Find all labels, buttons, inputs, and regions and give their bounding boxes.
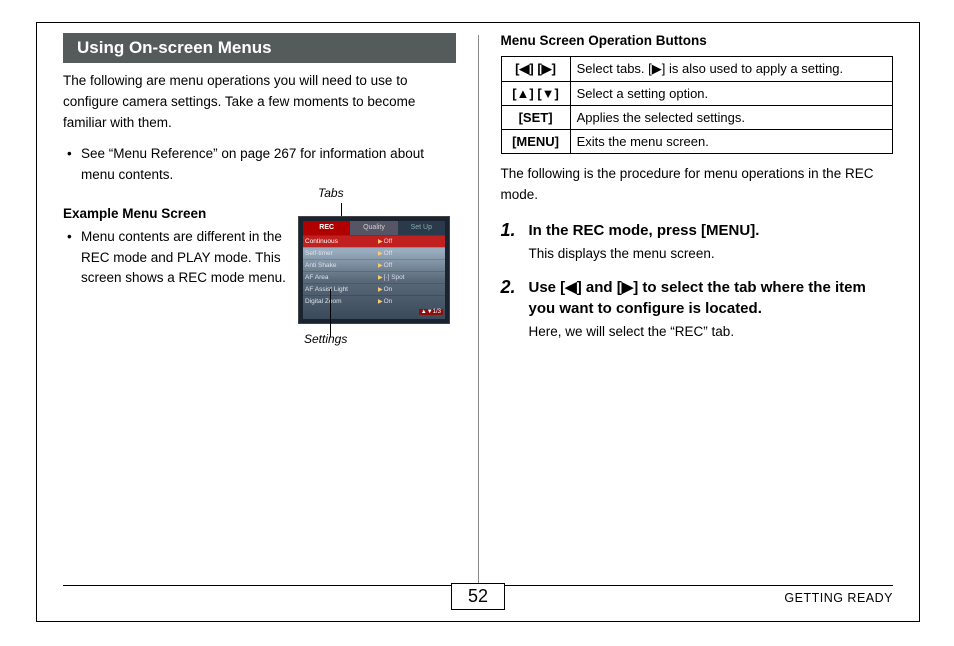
chevron-right-icon: ▶ <box>378 238 383 245</box>
step-body: In the REC mode, press [MENU]. This disp… <box>529 220 894 265</box>
table-row: [MENU] Exits the menu screen. <box>501 130 893 154</box>
op-key: [SET] <box>501 106 570 130</box>
op-desc: Applies the selected settings. <box>570 106 892 130</box>
after-table-text: The following is the procedure for menu … <box>501 164 894 206</box>
example-text-block: Example Menu Screen • Menu contents are … <box>63 192 288 324</box>
left-column: Using On-screen Menus The following are … <box>37 33 478 590</box>
menu-tabs-bar: REC Quality Set Up <box>303 221 445 235</box>
menu-row: Self-timer ▶ Off <box>303 247 445 259</box>
chevron-right-icon: ▶ <box>378 298 383 305</box>
bullet-dot-icon: • <box>63 144 81 186</box>
bullet-dot-icon: • <box>63 227 81 290</box>
example-figure: Tabs REC Quality Set Up Continuous <box>298 192 456 324</box>
table-row: [SET] Applies the selected settings. <box>501 106 893 130</box>
page-frame: Using On-screen Menus The following are … <box>36 22 920 622</box>
step-subtext: Here, we will select the “REC” tab. <box>529 322 894 343</box>
menu-row-value: Off <box>384 238 443 245</box>
leader-line-icon <box>330 289 331 337</box>
bullet-text: See “Menu Reference” on page 267 for inf… <box>81 144 456 186</box>
example-heading: Example Menu Screen <box>63 206 288 221</box>
operation-buttons-table: [◀] [▶] Select tabs. [▶] is also used to… <box>501 56 894 154</box>
menu-page-indicator-row: ▲▼1/3 <box>303 307 445 317</box>
menu-page-indicator: ▲▼1/3 <box>419 309 443 315</box>
chevron-right-icon: ▶ <box>378 274 383 281</box>
menu-row-value: On <box>384 298 443 305</box>
example-row: Example Menu Screen • Menu contents are … <box>63 192 456 324</box>
section-heading: Using On-screen Menus <box>63 33 456 63</box>
menu-row-label: AF Assist Light <box>305 286 377 293</box>
op-desc: Exits the menu screen. <box>570 130 892 154</box>
step-body: Use [◀] and [▶] to select the tab where … <box>529 277 894 343</box>
two-column-layout: Using On-screen Menus The following are … <box>37 33 919 590</box>
menu-row-label: Digital Zoom <box>305 298 377 305</box>
ops-heading: Menu Screen Operation Buttons <box>501 33 894 48</box>
op-desc: Select tabs. [▶] is also used to apply a… <box>570 57 892 82</box>
menu-row-value: Off <box>384 262 443 269</box>
menu-row-label: Continuous <box>305 238 377 245</box>
page-number: 52 <box>451 583 505 610</box>
menu-rows: Continuous ▶ Off Self-timer ▶ Off <box>303 235 445 319</box>
right-column: Menu Screen Operation Buttons [◀] [▶] Se… <box>479 33 920 590</box>
chevron-right-icon: ▶ <box>378 250 383 257</box>
menu-row-value: [·] Spot <box>384 274 443 281</box>
table-row: [◀] [▶] Select tabs. [▶] is also used to… <box>501 57 893 82</box>
menu-screenshot-inner: REC Quality Set Up Continuous ▶ Off <box>303 221 445 319</box>
menu-row: AF Area ▶ [·] Spot <box>303 271 445 283</box>
step-title: Use [◀] and [▶] to select the tab where … <box>529 277 894 319</box>
table-row: [▲] [▼] Select a setting option. <box>501 82 893 106</box>
step-item: 2. Use [◀] and [▶] to select the tab whe… <box>501 277 894 343</box>
step-title: In the REC mode, press [MENU]. <box>529 220 894 241</box>
footer-section-label: GETTING READY <box>784 591 893 605</box>
page-footer: 52 GETTING READY <box>37 585 919 615</box>
menu-tab-quality: Quality <box>350 221 397 235</box>
steps-list: 1. In the REC mode, press [MENU]. This d… <box>501 220 894 343</box>
step-number: 1. <box>501 220 529 265</box>
menu-row-value: Off <box>384 250 443 257</box>
op-key: [▲] [▼] <box>501 82 570 106</box>
menu-row-label: AF Area <box>305 274 377 281</box>
op-desc: Select a setting option. <box>570 82 892 106</box>
op-key: [◀] [▶] <box>501 57 570 82</box>
menu-row-label: Self-timer <box>305 250 377 257</box>
bullet-text: Menu contents are different in the REC m… <box>81 227 288 290</box>
callout-label-settings: Settings <box>304 332 347 346</box>
menu-row: Anti Shake ▶ Off <box>303 259 445 271</box>
chevron-right-icon: ▶ <box>378 262 383 269</box>
step-subtext: This displays the menu screen. <box>529 244 894 265</box>
menu-tab-setup: Set Up <box>398 221 445 235</box>
menu-row-value: On <box>384 286 443 293</box>
step-item: 1. In the REC mode, press [MENU]. This d… <box>501 220 894 265</box>
menu-tab-rec: REC <box>303 221 350 235</box>
menu-row-label: Anti Shake <box>305 262 377 269</box>
intro-paragraph: The following are menu operations you wi… <box>63 71 456 134</box>
menu-row: AF Assist Light ▶ On <box>303 283 445 295</box>
bullet-item: • Menu contents are different in the REC… <box>63 227 288 290</box>
menu-screenshot: REC Quality Set Up Continuous ▶ Off <box>298 216 450 324</box>
callout-label-tabs: Tabs <box>318 186 344 200</box>
step-number: 2. <box>501 277 529 343</box>
menu-row: Digital Zoom ▶ On <box>303 295 445 307</box>
bullet-item: • See “Menu Reference” on page 267 for i… <box>63 144 456 186</box>
menu-row: Continuous ▶ Off <box>303 235 445 247</box>
chevron-right-icon: ▶ <box>378 286 383 293</box>
op-key: [MENU] <box>501 130 570 154</box>
